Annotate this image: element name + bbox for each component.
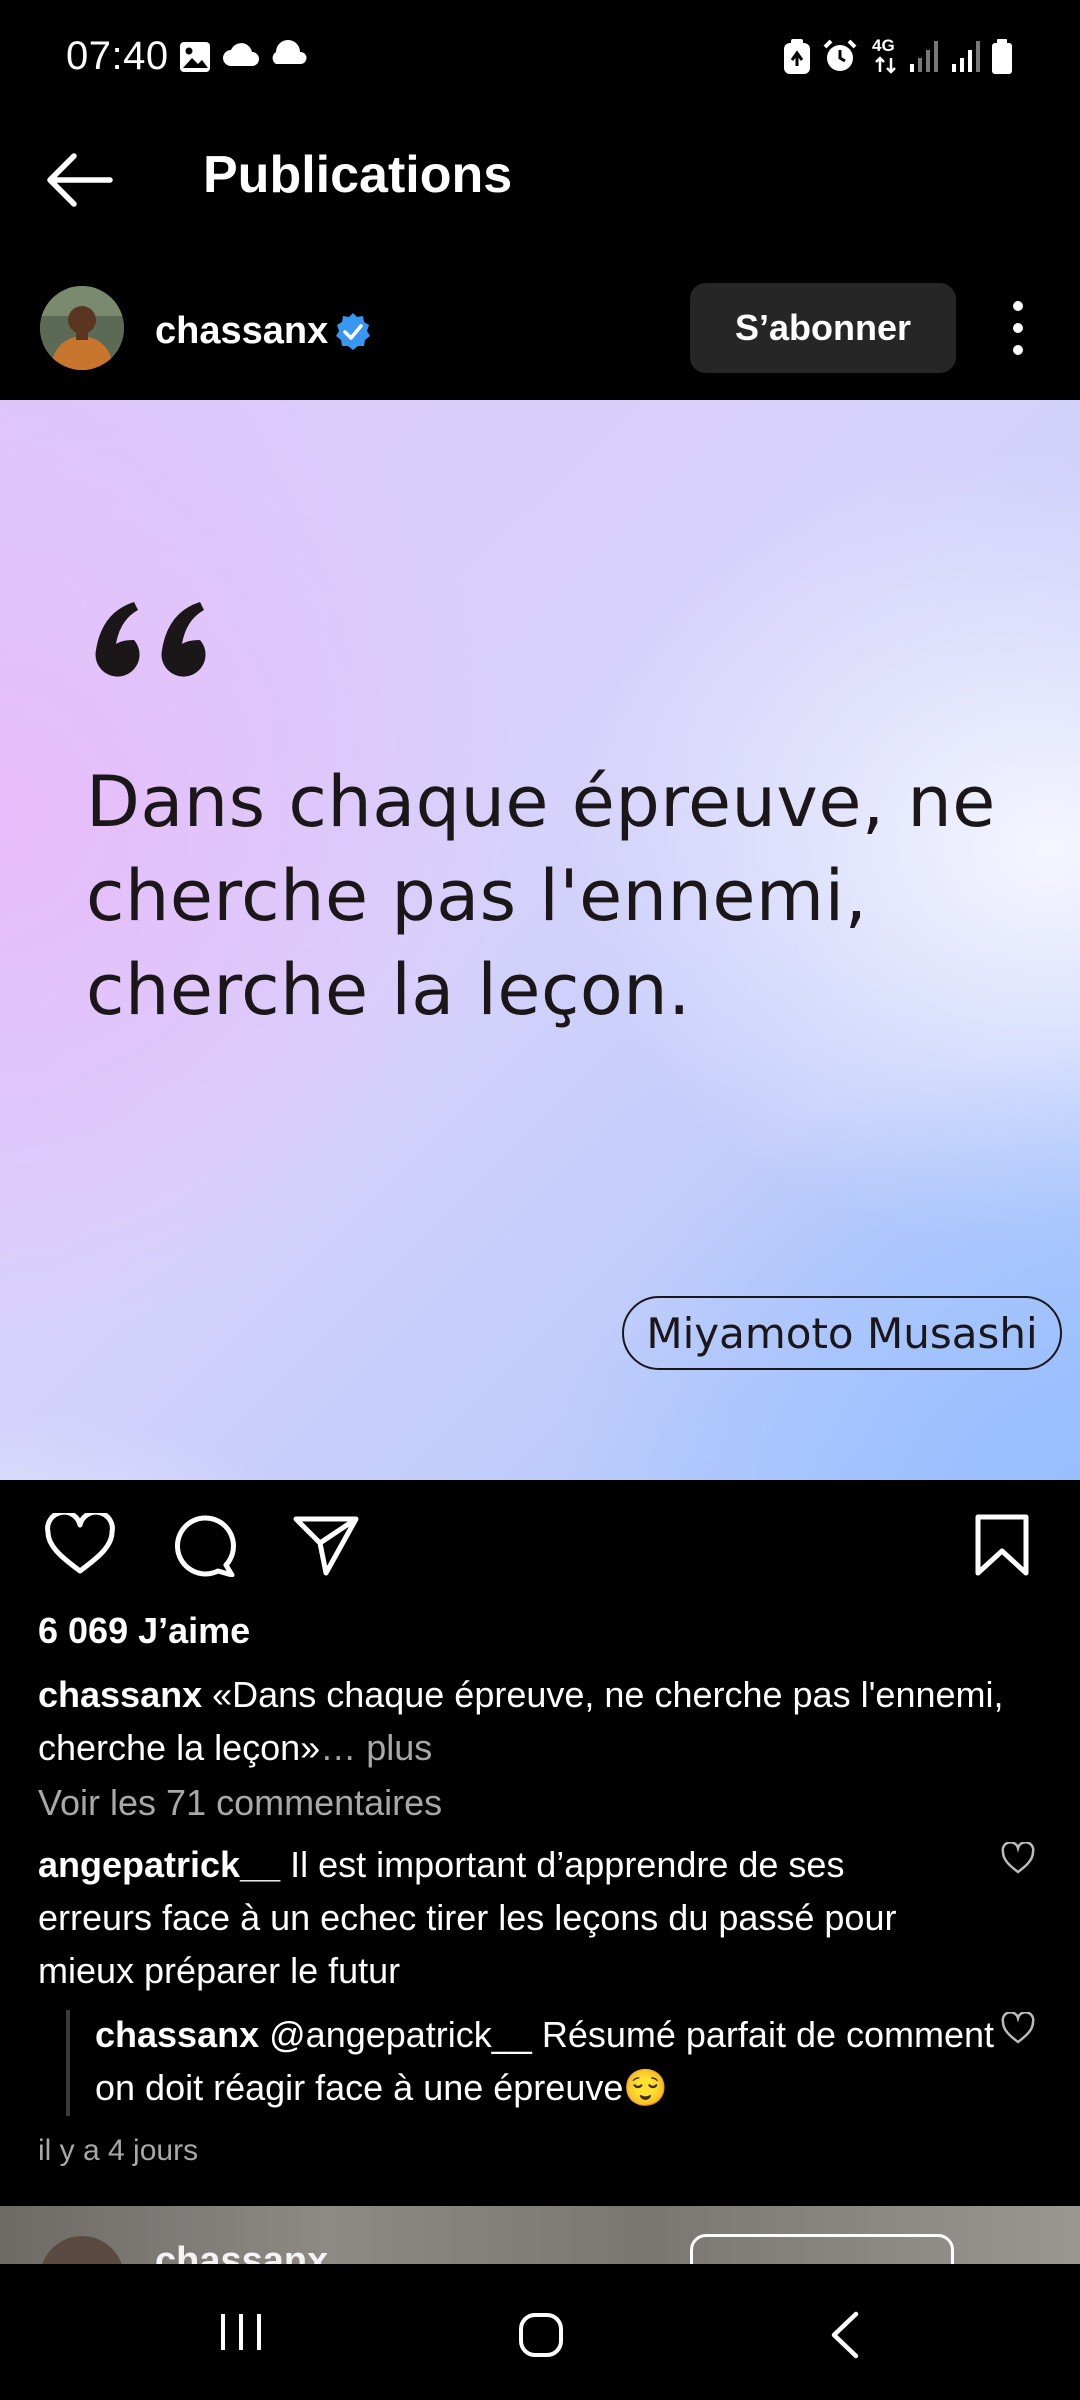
- comment-reply: chassanx @angepatrick__ Résumé parfait d…: [95, 2008, 995, 2114]
- save-button[interactable]: [966, 1513, 1038, 1577]
- view-comments-link[interactable]: Voir les 71 commentaires: [38, 1782, 442, 1824]
- caption-username[interactable]: chassanx: [38, 1674, 202, 1715]
- back-nav-button[interactable]: [826, 2310, 862, 2360]
- verified-badge-icon: [336, 313, 370, 350]
- share-button[interactable]: [290, 1513, 362, 1577]
- cloud-icon: [272, 40, 307, 64]
- heart-icon: [1001, 2011, 1035, 2044]
- comment-icon: [174, 1515, 236, 1578]
- status-time: 07:40: [66, 34, 169, 78]
- system-nav-bar: [0, 2264, 1080, 2400]
- comment-username[interactable]: angepatrick__: [38, 1844, 280, 1885]
- comment-button[interactable]: [168, 1513, 240, 1578]
- caption-more-link[interactable]: … plus: [320, 1727, 432, 1768]
- reply-thread-line: [66, 2010, 70, 2116]
- like-button[interactable]: [44, 1509, 116, 1577]
- follow-button[interactable]: [690, 2234, 954, 2266]
- post-username[interactable]: chassanx: [155, 310, 328, 353]
- avatar[interactable]: [40, 286, 124, 370]
- comment-like-button[interactable]: [1000, 1841, 1036, 1881]
- battery-icon: [992, 39, 1012, 74]
- send-icon: [293, 1516, 359, 1576]
- more-options-button[interactable]: [1000, 290, 1036, 366]
- comment-username[interactable]: chassanx: [95, 2014, 259, 2055]
- post-time-ago: il y a 4 jours: [38, 2134, 199, 2167]
- comment-item: angepatrick__ Il est important d’apprend…: [38, 1838, 958, 1997]
- avatar[interactable]: [40, 2236, 124, 2266]
- cloud-icon: [223, 43, 259, 66]
- more-vertical-icon: [1013, 301, 1023, 355]
- battery-saver-icon: [784, 39, 810, 74]
- signal-icon: [910, 41, 938, 72]
- avatar-image: [40, 286, 124, 370]
- quote-author: Miyamoto Musashi: [622, 1296, 1062, 1370]
- status-bar: 07:40 4G: [0, 0, 1080, 120]
- quote-text: Dans chaque épreuve, ne cherche pas l'en…: [86, 761, 996, 1031]
- bookmark-icon: [975, 1514, 1029, 1576]
- alarm-icon: [823, 39, 857, 71]
- post-caption: chassanx «Dans chaque épreuve, ne cherch…: [38, 1668, 1038, 1774]
- home-button[interactable]: [518, 2312, 564, 2358]
- heart-icon: [1001, 1841, 1035, 1874]
- arrow-left-icon: [47, 153, 113, 207]
- recent-apps-button[interactable]: [218, 2312, 264, 2352]
- heart-icon: [45, 1509, 115, 1574]
- quote-mark-icon: [95, 602, 206, 677]
- data-arrows-icon: [875, 56, 896, 74]
- post-image[interactable]: Dans chaque épreuve, ne cherche pas l'en…: [0, 400, 1080, 1480]
- likes-count[interactable]: 6 069 J’aime: [38, 1610, 250, 1652]
- image-icon: [180, 42, 210, 72]
- 4g-icon: 4G: [872, 36, 900, 76]
- follow-button[interactable]: S’abonner: [690, 283, 956, 373]
- back-button[interactable]: [40, 145, 120, 215]
- signal-icon: [952, 41, 980, 72]
- comment-like-button[interactable]: [1000, 2011, 1036, 2051]
- page-title: Publications: [203, 146, 513, 204]
